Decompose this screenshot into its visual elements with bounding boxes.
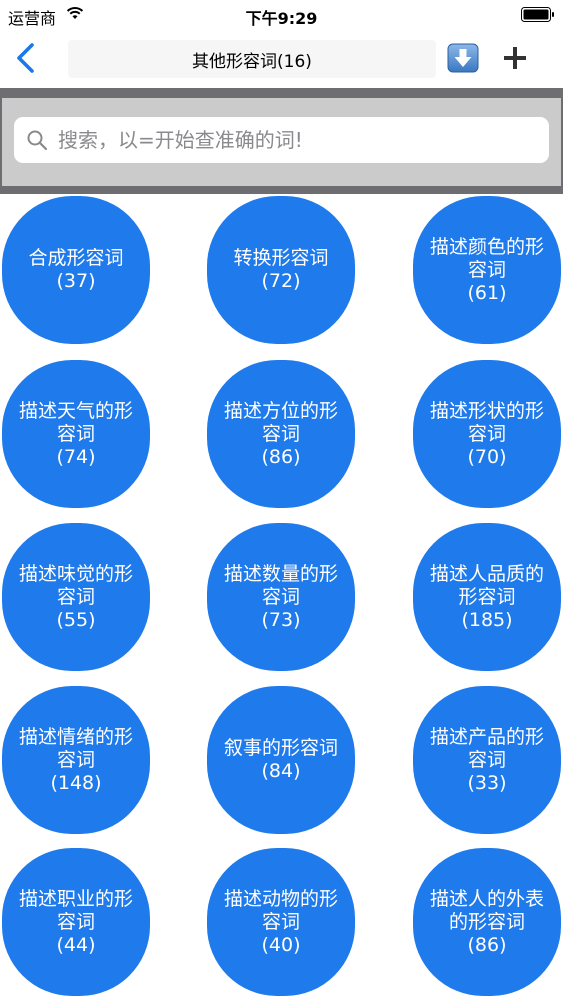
category-item[interactable]: 描述动物的形容词 (40) (207, 848, 355, 996)
category-count: (74) (56, 445, 96, 468)
category-name: 描述形状的形容词 (429, 399, 544, 445)
category-name: 描述方位的形容词 (223, 399, 338, 445)
category-item[interactable]: 描述味觉的形容词 (55) (2, 523, 150, 671)
chevron-left-icon (17, 43, 34, 73)
category-name: 描述数量的形容词 (223, 562, 338, 608)
search-bar-container (0, 88, 563, 194)
category-item[interactable]: 描述人的外表的形容词 (86) (413, 848, 561, 996)
category-count: (37) (56, 270, 96, 292)
page-title: 其他形容词(16) (68, 40, 436, 78)
category-item[interactable]: 叙事的形容词 (84) (207, 686, 355, 834)
category-item[interactable]: 转换形容词 (72) (207, 196, 355, 344)
category-grid: 合成形容词 (37) 转换形容词 (72) 描述颜色的形容词 (61) 描述天气… (0, 196, 563, 1000)
search-icon (27, 130, 48, 151)
category-name: 描述味觉的形容词 (18, 562, 133, 608)
category-item[interactable]: 描述人品质的形容词 (185) (413, 523, 561, 671)
category-count: (73) (261, 608, 301, 631)
category-item[interactable]: 描述颜色的形容词 (61) (413, 196, 561, 344)
download-button[interactable] (447, 43, 479, 73)
category-name: 描述颜色的形容词 (429, 235, 544, 281)
category-item[interactable]: 合成形容词 (37) (2, 196, 150, 344)
category-item[interactable]: 描述数量的形容词 (73) (207, 523, 355, 671)
battery-icon (521, 7, 554, 22)
category-name: 描述产品的形容词 (429, 725, 544, 771)
category-item[interactable]: 描述形状的形容词 (70) (413, 360, 561, 508)
category-item[interactable]: 描述方位的形容词 (86) (207, 360, 355, 508)
search-bar-background (2, 98, 561, 186)
status-bar: 运营商 下午9:29 (0, 0, 563, 30)
back-button[interactable] (10, 40, 44, 76)
category-name: 描述动物的形容词 (223, 887, 338, 933)
category-item[interactable]: 描述产品的形容词 (33) (413, 686, 561, 834)
category-count: (40) (261, 933, 301, 956)
category-name: 合成形容词 (28, 247, 124, 269)
category-name: 描述情绪的形容词 (18, 725, 133, 771)
nav-bar: 其他形容词(16) (0, 30, 563, 86)
category-name: 描述人的外表的形容词 (429, 887, 544, 933)
category-count: (44) (56, 933, 96, 956)
search-field[interactable] (14, 117, 549, 163)
plus-icon (504, 47, 526, 69)
category-count: (185) (461, 608, 513, 631)
category-count: (61) (467, 281, 507, 304)
category-count: (84) (261, 760, 301, 782)
category-name: 转换形容词 (233, 247, 329, 269)
category-item[interactable]: 描述情绪的形容词 (148) (2, 686, 150, 834)
category-count: (86) (467, 933, 507, 956)
category-count: (33) (467, 771, 507, 794)
category-count: (72) (261, 270, 301, 292)
category-name: 描述人品质的形容词 (429, 562, 544, 608)
add-button[interactable] (500, 43, 530, 73)
category-count: (148) (50, 771, 102, 794)
category-item[interactable]: 描述职业的形容词 (44) (2, 848, 150, 996)
search-input[interactable] (58, 128, 538, 152)
category-name: 描述职业的形容词 (18, 887, 133, 933)
category-name: 描述天气的形容词 (18, 399, 133, 445)
status-time: 下午9:29 (245, 9, 318, 28)
category-item[interactable]: 描述天气的形容词 (74) (2, 360, 150, 508)
category-count: (70) (467, 445, 507, 468)
download-arrow-icon (447, 43, 479, 73)
category-count: (55) (56, 608, 96, 631)
category-name: 叙事的形容词 (223, 737, 338, 759)
category-count: (86) (261, 445, 301, 468)
